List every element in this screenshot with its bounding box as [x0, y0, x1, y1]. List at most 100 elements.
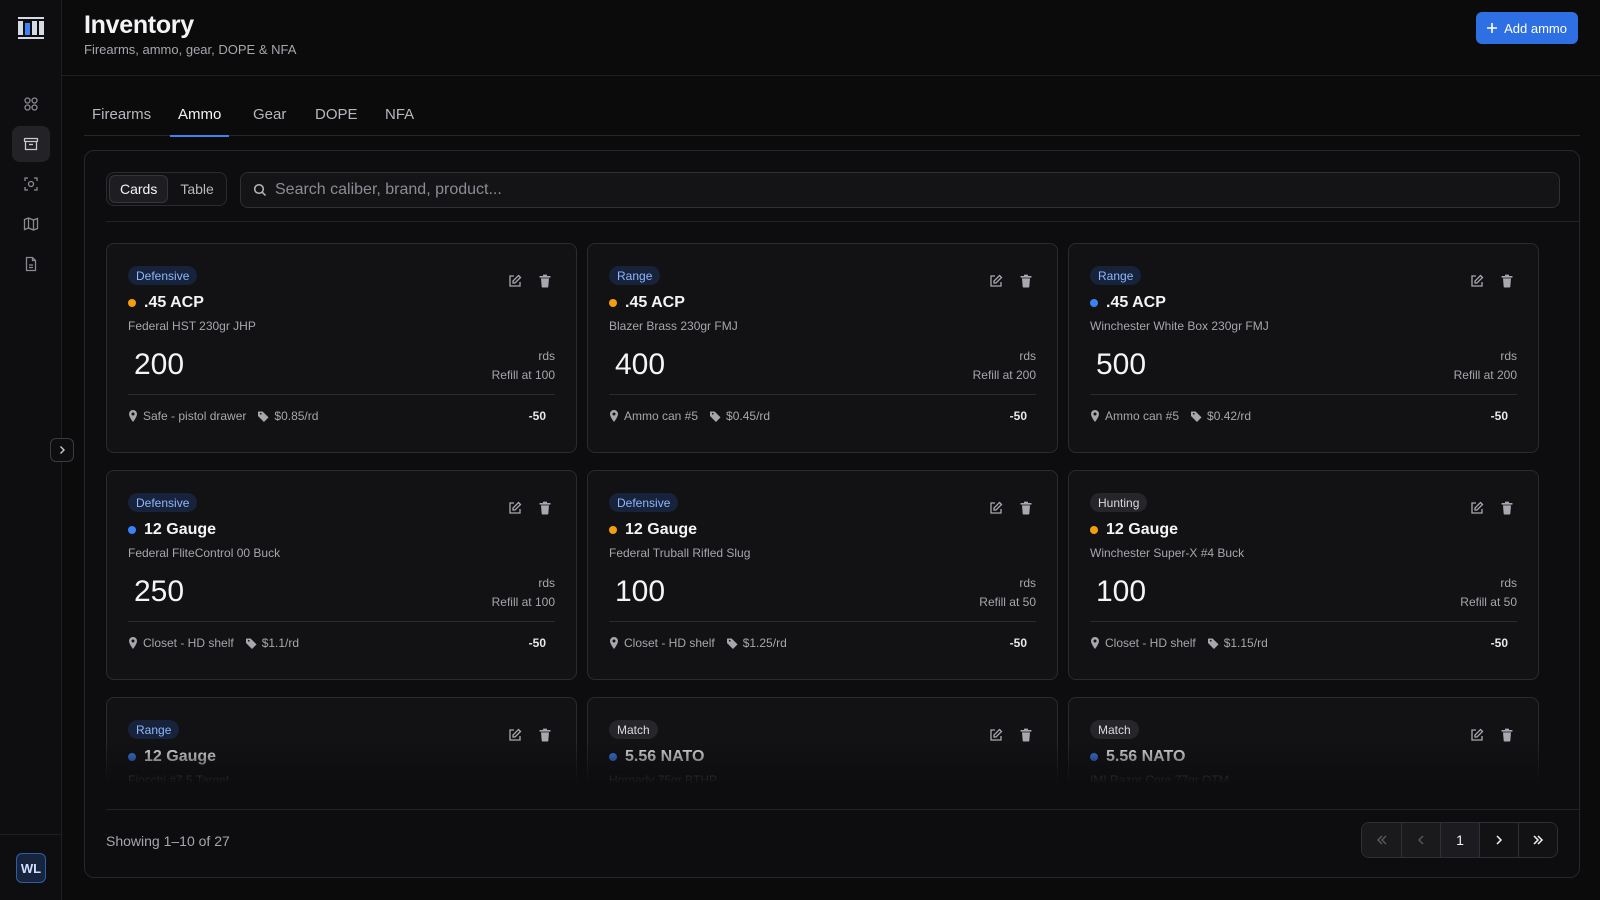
sidebar-item-range[interactable]: [12, 166, 50, 202]
round-count: 100: [615, 575, 666, 608]
trash-icon[interactable]: [538, 274, 552, 288]
edit-icon[interactable]: [508, 728, 522, 742]
category-badge: Defensive: [609, 493, 679, 512]
edit-icon[interactable]: [508, 274, 522, 288]
caliber-row: 12 Gauge: [128, 521, 216, 539]
tab-nfa[interactable]: NFA: [377, 106, 422, 136]
trash-icon[interactable]: [1019, 728, 1033, 742]
tag-icon: [258, 410, 269, 422]
card-footer: Ammo can #5 $0.42/rd: [1090, 409, 1263, 423]
decrement-button[interactable]: -50: [1010, 636, 1027, 650]
location-label: Closet - HD shelf: [1105, 636, 1196, 650]
ammo-card[interactable]: Match 5.56 NATO IMI Razor Core 77gr OTM: [1068, 697, 1539, 791]
decrement-button[interactable]: -50: [1491, 409, 1508, 423]
trash-icon[interactable]: [1500, 728, 1514, 742]
next-page-button[interactable]: [1479, 823, 1518, 857]
caliber-row: 12 Gauge: [1090, 521, 1178, 539]
edit-icon[interactable]: [508, 501, 522, 515]
ammo-card[interactable]: Defensive 12 Gauge Federal FliteControl …: [106, 470, 577, 680]
ammo-card[interactable]: Range .45 ACP Blazer Brass 230gr FMJ 400…: [587, 243, 1058, 453]
refill-threshold: Refill at 100: [491, 368, 555, 382]
page-subtitle: Firearms, ammo, gear, DOPE & NFA: [84, 42, 297, 57]
add-ammo-button[interactable]: Add ammo: [1476, 12, 1578, 44]
ammo-card[interactable]: Defensive .45 ACP Federal HST 230gr JHP …: [106, 243, 577, 453]
ammo-card[interactable]: Hunting 12 Gauge Winchester Super-X #4 B…: [1068, 470, 1539, 680]
search-input[interactable]: [275, 181, 1535, 199]
category-badge: Defensive: [128, 266, 198, 285]
round-count: 200: [134, 348, 185, 381]
edit-icon[interactable]: [989, 728, 1003, 742]
divider: [1090, 621, 1517, 622]
ammo-card[interactable]: Defensive 12 Gauge Federal Truball Rifle…: [587, 470, 1058, 680]
page-header: Inventory Firearms, ammo, gear, DOPE & N…: [62, 0, 1600, 76]
price: $0.45/rd: [710, 409, 770, 423]
ammo-card[interactable]: Range 12 Gauge Fiocchi #7.5 Target: [106, 697, 577, 791]
decrement-button[interactable]: -50: [1010, 409, 1027, 423]
ammo-card[interactable]: Range .45 ACP Winchester White Box 230gr…: [1068, 243, 1539, 453]
prev-page-button[interactable]: [1401, 823, 1440, 857]
sidebar-item-inventory[interactable]: [12, 126, 50, 162]
product-name: Hornady 75gr BTHP: [609, 773, 718, 787]
tab-gear[interactable]: Gear: [245, 106, 294, 136]
caliber-name: .45 ACP: [144, 294, 204, 311]
chevron-right-icon: [60, 446, 65, 454]
sidebar-item-documents[interactable]: [12, 246, 50, 282]
caliber-name: .45 ACP: [1106, 294, 1166, 311]
trash-icon[interactable]: [538, 501, 552, 515]
sidebar-expand-button[interactable]: [50, 438, 74, 462]
avatar[interactable]: WL: [16, 853, 46, 883]
tab-firearms[interactable]: Firearms: [84, 106, 159, 136]
ammo-panel: Cards Table Defensive .45 ACP Federal HS…: [84, 150, 1580, 878]
map-pin-icon: [129, 637, 137, 649]
map-pin-icon: [610, 637, 618, 649]
caliber-row: .45 ACP: [1090, 294, 1166, 312]
edit-icon[interactable]: [1470, 728, 1484, 742]
page-number-button[interactable]: 1: [1440, 823, 1479, 857]
trash-icon[interactable]: [538, 728, 552, 742]
first-page-button[interactable]: [1362, 823, 1401, 857]
card-footer: Safe - pistol drawer $0.85/rd: [128, 409, 330, 423]
card-actions: [989, 728, 1033, 742]
category-badge: Match: [609, 720, 658, 739]
edit-icon[interactable]: [989, 501, 1003, 515]
tab-ammo[interactable]: Ammo: [170, 106, 230, 137]
sidebar-item-dashboard[interactable]: [12, 86, 50, 122]
tag-icon: [1207, 637, 1219, 649]
decrement-button[interactable]: -50: [529, 636, 546, 650]
last-page-button[interactable]: [1518, 823, 1557, 857]
card-actions: [1470, 728, 1514, 742]
unit-label: rds: [1019, 349, 1036, 363]
edit-icon[interactable]: [1470, 274, 1484, 288]
location: Ammo can #5: [609, 409, 698, 423]
ammo-card-grid: Defensive .45 ACP Federal HST 230gr JHP …: [106, 243, 1561, 791]
trash-icon[interactable]: [1019, 274, 1033, 288]
card-footer: Closet - HD shelf $1.1/rd: [128, 636, 311, 650]
trash-icon[interactable]: [1500, 501, 1514, 515]
caliber-name: 5.56 NATO: [625, 748, 705, 765]
edit-icon[interactable]: [989, 274, 1003, 288]
trash-icon[interactable]: [1500, 274, 1514, 288]
refill-threshold: Refill at 200: [972, 368, 1036, 382]
round-count: 250: [134, 575, 185, 608]
card-actions: [508, 501, 552, 515]
sidebar-item-map[interactable]: [12, 206, 50, 242]
caliber-name: 12 Gauge: [1106, 521, 1179, 538]
view-toggle: Cards Table: [106, 172, 227, 206]
map-pin-icon: [1091, 637, 1099, 649]
status-dot: [128, 526, 136, 534]
logo-icon: [18, 17, 44, 39]
divider: [106, 221, 1579, 222]
tab-dope[interactable]: DOPE: [307, 106, 366, 136]
trash-icon[interactable]: [1019, 501, 1033, 515]
card-footer: Closet - HD shelf $1.25/rd: [609, 636, 799, 650]
edit-icon[interactable]: [1470, 501, 1484, 515]
view-cards-button[interactable]: Cards: [109, 175, 169, 203]
price-label: $1.25/rd: [742, 636, 787, 650]
decrement-button[interactable]: -50: [1491, 636, 1508, 650]
view-table-button[interactable]: Table: [170, 175, 223, 203]
decrement-button[interactable]: -50: [529, 409, 546, 423]
map-pin-icon: [1091, 410, 1099, 422]
ammo-card[interactable]: Match 5.56 NATO Hornady 75gr BTHP: [587, 697, 1058, 791]
product-name: Fiocchi #7.5 Target: [128, 773, 230, 787]
chevrons-right-icon: [1533, 835, 1544, 845]
